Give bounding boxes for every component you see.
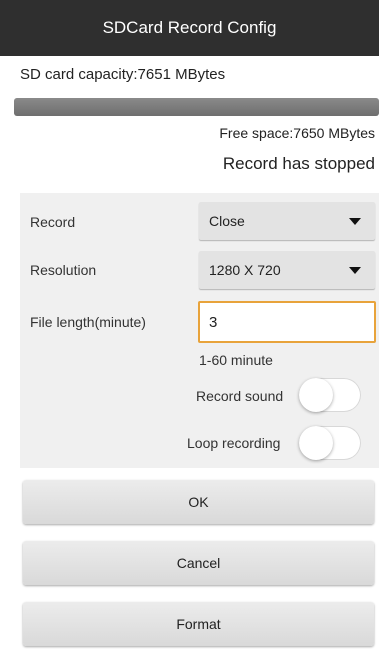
format-button[interactable]: Format bbox=[23, 602, 374, 646]
resolution-label: Resolution bbox=[30, 262, 97, 278]
record-select[interactable]: Close bbox=[199, 202, 375, 240]
chevron-down-icon bbox=[349, 267, 361, 274]
toggle-knob bbox=[299, 378, 333, 412]
record-sound-label: Record sound bbox=[196, 388, 284, 404]
storage-usage-bar bbox=[14, 98, 379, 116]
ok-button[interactable]: OK bbox=[23, 480, 374, 524]
ok-button-label: OK bbox=[188, 494, 209, 510]
file-length-input[interactable] bbox=[198, 301, 376, 343]
resolution-select-value: 1280 X 720 bbox=[209, 262, 281, 278]
sd-capacity-text: SD card capacity:7651 MBytes bbox=[20, 66, 226, 83]
record-select-value: Close bbox=[209, 213, 245, 229]
title-bar: SDCard Record Config bbox=[0, 0, 379, 56]
chevron-down-icon bbox=[349, 218, 361, 225]
cancel-button-label: Cancel bbox=[176, 555, 221, 571]
loop-recording-toggle[interactable] bbox=[299, 426, 361, 460]
resolution-select[interactable]: 1280 X 720 bbox=[199, 251, 375, 289]
record-sound-toggle[interactable] bbox=[299, 378, 361, 412]
toggle-knob bbox=[299, 426, 333, 460]
storage-usage-fill bbox=[14, 98, 379, 116]
free-space-text: Free space:7650 MBytes bbox=[219, 125, 375, 141]
page-title: SDCard Record Config bbox=[102, 18, 277, 37]
file-length-label: File length(minute) bbox=[30, 314, 146, 330]
loop-recording-label: Loop recording bbox=[187, 435, 281, 451]
record-status-text: Record has stopped bbox=[222, 154, 375, 173]
cancel-button[interactable]: Cancel bbox=[23, 541, 374, 585]
record-label: Record bbox=[30, 214, 76, 230]
file-length-hint: 1-60 minute bbox=[199, 352, 273, 368]
format-button-label: Format bbox=[176, 616, 221, 632]
